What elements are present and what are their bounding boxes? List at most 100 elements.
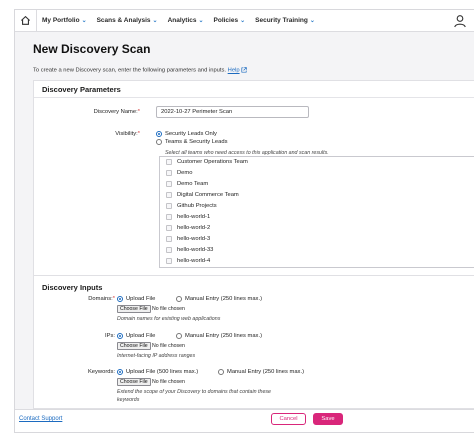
domains-choose-file-button[interactable]: Choose File — [117, 305, 151, 313]
teams-list[interactable]: Customer Operations Team Demo Demo Team … — [159, 156, 474, 268]
nav-label: Policies — [213, 17, 239, 24]
domains-file-status: No file chosen — [152, 306, 185, 312]
keywords-hint: Extend the scope of your Discovery to do… — [117, 389, 271, 395]
discovery-name-input[interactable] — [156, 106, 309, 118]
nav-label: Security Training — [255, 17, 308, 24]
team-label: Github Projects — [177, 203, 217, 209]
team-checkbox[interactable] — [166, 225, 172, 231]
discovery-name-label: Discovery Name:* — [94, 109, 140, 115]
keywords-hint-continued: keywords — [117, 397, 140, 403]
team-label: Demo — [177, 170, 193, 176]
domains-label: Domains:* — [88, 296, 115, 302]
chevron-down-icon: ⌄ — [152, 18, 158, 24]
team-item[interactable]: hello-world-3 — [166, 234, 210, 244]
nav-label: Analytics — [167, 17, 197, 24]
nav-security-training[interactable]: Security Training ⌄ — [250, 17, 320, 24]
team-checkbox[interactable] — [166, 170, 172, 176]
team-item[interactable]: Github Projects — [166, 201, 217, 211]
keywords-label: Keywords: — [87, 369, 115, 375]
required-marker: * — [112, 296, 115, 302]
required-marker: * — [137, 131, 140, 137]
home-button[interactable] — [15, 10, 37, 32]
team-item[interactable]: Demo Team — [166, 179, 208, 189]
team-checkbox[interactable] — [166, 247, 172, 253]
app-window: My Portfolio ⌄ Scans & Analysis ⌄ Analytic… — [14, 9, 474, 433]
save-button[interactable]: Save — [313, 413, 343, 425]
domains-upload-label: Upload File — [126, 296, 156, 302]
ips-choose-file-button[interactable]: Choose File — [117, 342, 151, 350]
ips-upload-label: Upload File — [126, 333, 156, 339]
team-label: hello-world-4 — [177, 258, 211, 264]
contact-support-link[interactable]: Contact Support — [19, 416, 62, 422]
cancel-button[interactable]: Cancel — [271, 413, 306, 425]
team-checkbox[interactable] — [166, 236, 172, 242]
team-item[interactable]: Customer Operations Team — [166, 157, 248, 167]
keywords-upload-label: Upload File (500 lines max.) — [126, 369, 199, 375]
team-label: hello-world-1 — [177, 214, 211, 220]
keywords-upload-radio[interactable] — [117, 369, 123, 375]
ips-manual-radio[interactable] — [176, 333, 182, 339]
team-label: hello-world-2 — [177, 225, 211, 231]
nav-label: My Portfolio — [42, 17, 80, 24]
team-checkbox[interactable] — [166, 203, 172, 209]
visibility-label-text: Visibility: — [115, 131, 138, 137]
team-checkbox[interactable] — [166, 214, 172, 220]
ips-upload-radio[interactable] — [117, 333, 123, 339]
nav-policies[interactable]: Policies ⌄ — [209, 17, 251, 24]
domains-hint: Domain names for existing web applicatio… — [117, 316, 221, 322]
page-title: New Discovery Scan — [33, 42, 151, 56]
top-nav: My Portfolio ⌄ Scans & Analysis ⌄ Analytic… — [15, 10, 474, 32]
section-heading: Discovery Inputs — [42, 283, 103, 292]
nav-label: Scans & Analysis — [96, 17, 151, 24]
visibility-security-leads-radio[interactable] — [156, 131, 162, 137]
external-link-icon[interactable] — [241, 67, 247, 73]
page-intro: To create a new Discovery scan, enter th… — [33, 67, 247, 74]
ips-manual-label: Manual Entry (250 lines max.) — [185, 333, 263, 339]
discovery-name-label-text: Discovery Name: — [93, 109, 138, 115]
team-label: Customer Operations Team — [177, 159, 248, 165]
team-label: hello-world-3 — [177, 236, 211, 242]
keywords-file-status: No file chosen — [152, 379, 185, 385]
nav-scans-analysis[interactable]: Scans & Analysis ⌄ — [92, 17, 163, 24]
team-checkbox[interactable] — [166, 159, 172, 165]
keywords-manual-label: Manual Entry (250 lines max.) — [227, 369, 305, 375]
nav-my-portfolio[interactable]: My Portfolio ⌄ — [37, 17, 92, 24]
visibility-option-label: Security Leads Only — [165, 131, 217, 137]
team-item[interactable]: Demo — [166, 168, 192, 178]
team-item[interactable]: hello-world-2 — [166, 223, 210, 233]
team-checkbox[interactable] — [166, 192, 172, 198]
team-item[interactable]: hello-world-33 — [166, 245, 213, 255]
team-item[interactable]: Digital Commerce Team — [166, 190, 239, 200]
team-item[interactable]: hello-world-4 — [166, 256, 210, 266]
domains-label-text: Domains: — [88, 296, 113, 302]
footer-bar: Contact Support Cancel Save — [15, 409, 474, 432]
visibility-option-label: Teams & Security Leads — [165, 139, 228, 145]
user-icon[interactable] — [453, 14, 467, 28]
ips-label: IPs: — [105, 333, 115, 339]
ips-file-status: No file chosen — [152, 343, 185, 349]
chevron-down-icon: ⌄ — [309, 18, 315, 24]
domains-manual-label: Manual Entry (250 lines max.) — [185, 296, 263, 302]
visibility-teams-radio[interactable] — [156, 139, 162, 145]
keywords-manual-radio[interactable] — [218, 369, 224, 375]
help-link[interactable]: Help — [228, 68, 240, 74]
help-link-label: Help — [227, 67, 240, 74]
keywords-choose-file-button[interactable]: Choose File — [117, 378, 151, 386]
chevron-down-icon: ⌄ — [198, 18, 204, 24]
team-label: Digital Commerce Team — [177, 192, 239, 198]
team-label: hello-world-33 — [177, 247, 214, 253]
home-icon — [20, 15, 31, 25]
divider — [34, 97, 474, 98]
required-marker: * — [137, 109, 140, 115]
chevron-down-icon: ⌄ — [81, 18, 87, 24]
team-label: Demo Team — [177, 181, 209, 187]
ips-hint: Internet-facing IP address ranges — [117, 353, 196, 359]
team-item[interactable]: hello-world-1 — [166, 212, 210, 222]
domains-manual-radio[interactable] — [176, 296, 182, 302]
intro-text: To create a new Discovery scan, enter th… — [33, 67, 227, 74]
team-checkbox[interactable] — [166, 258, 172, 264]
domains-upload-radio[interactable] — [117, 296, 123, 302]
visibility-label: Visibility:* — [115, 131, 140, 137]
team-checkbox[interactable] — [166, 181, 172, 187]
nav-analytics[interactable]: Analytics ⌄ — [163, 17, 209, 24]
